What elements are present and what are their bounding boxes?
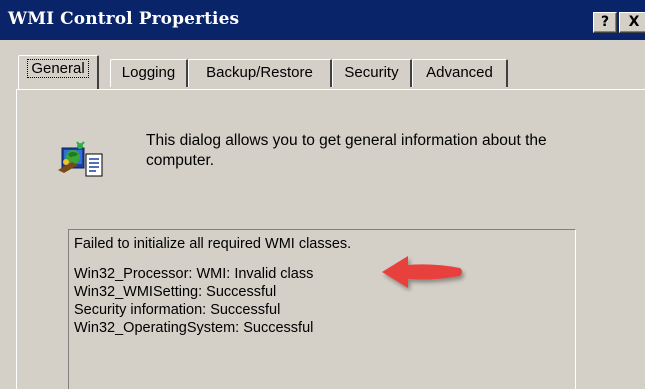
status-line-security: Security information: Successful (74, 302, 281, 318)
tab-general[interactable]: General (18, 55, 99, 89)
window-title: WMI Control Properties (8, 9, 240, 29)
tab-label: General (27, 59, 89, 78)
help-button[interactable]: ? (593, 12, 617, 33)
wmi-computer-icon (58, 141, 103, 177)
tab-label: Logging (121, 64, 176, 81)
status-line-wmisetting: Win32_WMISetting: Successful (74, 284, 277, 300)
dialog-description: This dialog allows you to get general in… (146, 132, 547, 169)
status-header: Failed to initialize all required WMI cl… (74, 236, 352, 252)
tab-security[interactable]: Security (332, 59, 412, 87)
tab-backup-restore[interactable]: Backup/Restore (188, 59, 332, 87)
tab-label: Security (344, 64, 399, 81)
status-box: Failed to initialize all required WMI cl… (68, 229, 576, 389)
status-line-processor: Win32_Processor: WMI: Invalid class (74, 266, 314, 282)
status-line-os: Win32_OperatingSystem: Successful (74, 320, 314, 336)
tab-label: Backup/Restore (206, 64, 313, 81)
red-arrow-annotation (382, 256, 462, 288)
title-bar[interactable]: WMI Control Properties ? X (0, 0, 645, 40)
tab-label: Advanced (426, 64, 493, 81)
tab-logging[interactable]: Logging (110, 59, 188, 87)
tab-advanced[interactable]: Advanced (412, 59, 508, 87)
status-spacer (74, 253, 575, 265)
close-button[interactable]: X (619, 12, 645, 33)
